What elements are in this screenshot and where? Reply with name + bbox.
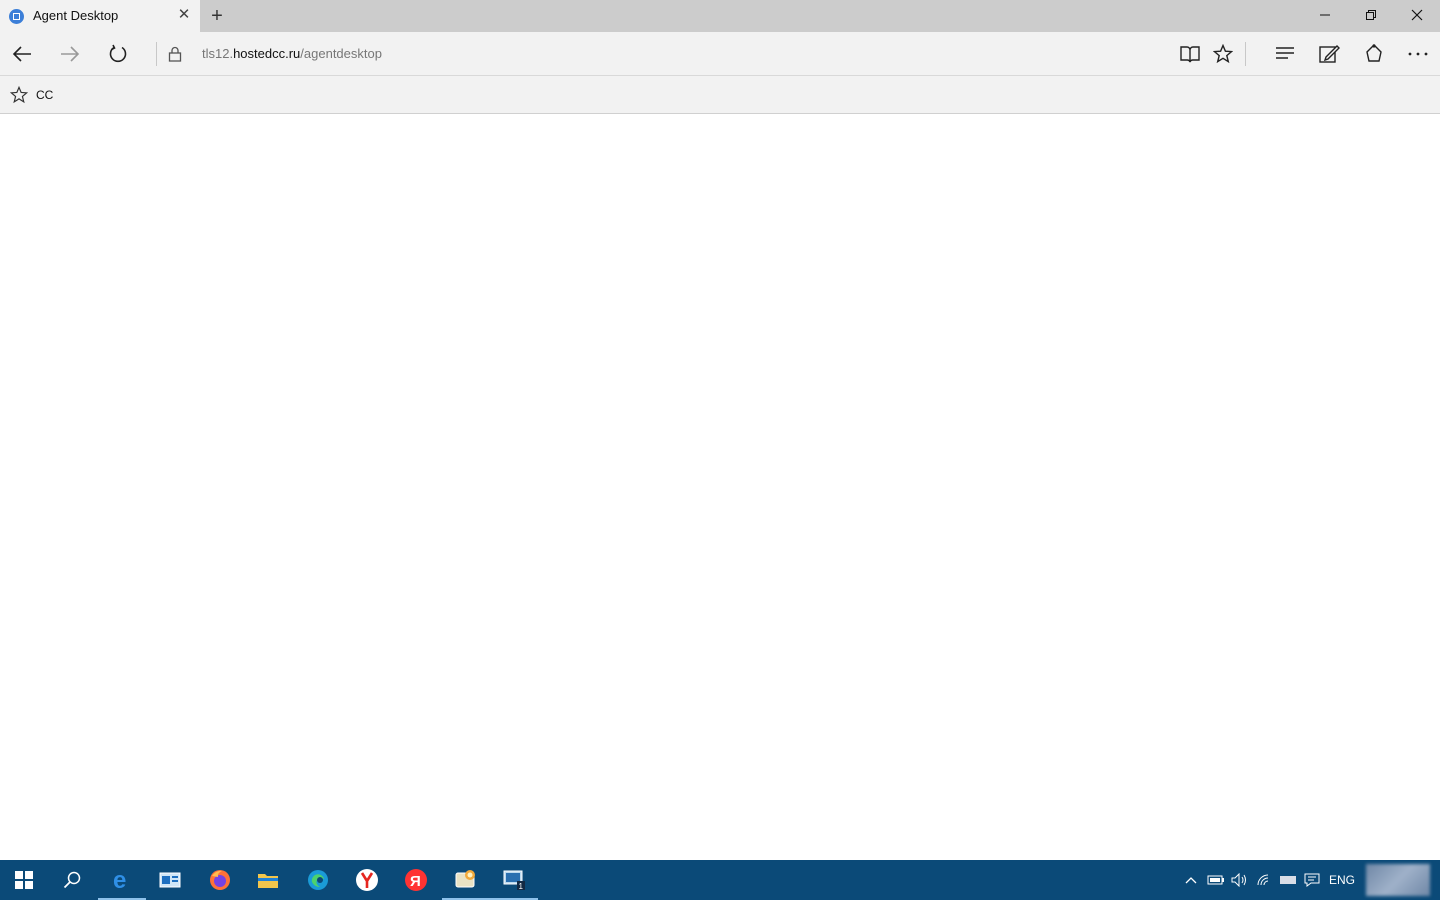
favorites-bar: CC: [0, 76, 1440, 114]
tab-title: Agent Desktop: [33, 8, 119, 23]
app-icon: [455, 870, 475, 888]
outlook-taskbar-button[interactable]: [146, 860, 194, 900]
network-icon[interactable]: [1254, 860, 1276, 900]
clock-area[interactable]: [1366, 864, 1430, 896]
yandex-taskbar-button[interactable]: Я: [392, 860, 440, 900]
svg-text:Я: Я: [410, 873, 421, 890]
language-indicator[interactable]: ENG: [1326, 860, 1358, 900]
action-center-icon[interactable]: [1301, 860, 1323, 900]
more-button[interactable]: [1398, 32, 1438, 76]
address-host: hostedcc.ru: [233, 46, 301, 61]
favorite-link-cc[interactable]: CC: [36, 88, 53, 102]
windows-logo-icon: [15, 871, 33, 889]
file-explorer-taskbar-button[interactable]: [244, 860, 292, 900]
volume-icon[interactable]: [1229, 860, 1251, 900]
book-icon: [1180, 46, 1200, 63]
ellipsis-icon: [1408, 52, 1428, 56]
address-bar[interactable]: tls12.hostedcc.ru/agentdesktop: [202, 46, 382, 61]
divider: [1245, 42, 1246, 66]
remote-desktop-taskbar-button[interactable]: 1: [490, 860, 538, 900]
remote-desktop-icon: 1: [503, 870, 525, 891]
close-tab-icon[interactable]: ✕: [176, 6, 192, 24]
yandex-browser-taskbar-button[interactable]: [343, 860, 391, 900]
show-hidden-icons-button[interactable]: [1180, 860, 1202, 900]
edge-icon: [308, 870, 328, 890]
battery-icon[interactable]: [1205, 860, 1227, 900]
start-button[interactable]: [0, 860, 48, 900]
firefox-taskbar-button[interactable]: [196, 860, 244, 900]
keyboard-icon[interactable]: [1277, 860, 1299, 900]
folder-icon: [258, 874, 278, 888]
title-bar: Agent Desktop ✕ +: [0, 0, 1440, 32]
search-button[interactable]: [48, 860, 96, 900]
outlook-icon: [159, 872, 181, 888]
web-note-button[interactable]: [1309, 32, 1349, 76]
navigation-bar: tls12.hostedcc.ru/agentdesktop: [0, 32, 1440, 76]
favorite-star-button[interactable]: [1203, 32, 1243, 76]
page-content[interactable]: [0, 114, 1440, 860]
yandex-icon: Я: [405, 869, 427, 891]
refresh-icon: [109, 44, 127, 63]
share-icon: [1366, 44, 1382, 62]
star-icon: [1213, 44, 1233, 64]
pen-note-icon: [1319, 45, 1340, 63]
app-taskbar-button[interactable]: [442, 860, 490, 900]
address-path: /agentdesktop: [300, 46, 382, 61]
hub-lines-icon: [1276, 47, 1294, 59]
chevron-up-icon: [1185, 877, 1197, 884]
edge-legacy-icon: e: [113, 867, 126, 891]
firefox-icon: [210, 870, 230, 890]
svg-text:e: e: [113, 867, 126, 891]
forward-arrow-icon: [61, 46, 80, 62]
minimize-button[interactable]: [1302, 0, 1348, 32]
edge-legacy-taskbar-button[interactable]: e: [98, 860, 146, 900]
close-window-button[interactable]: [1394, 0, 1440, 32]
back-arrow-icon: [12, 46, 31, 62]
forward-button[interactable]: [50, 32, 90, 76]
taskbar: e Я 1 ENG: [0, 860, 1440, 900]
hub-button[interactable]: [1265, 32, 1305, 76]
address-prefix: tls12.: [202, 46, 234, 61]
share-button[interactable]: [1354, 32, 1394, 76]
refresh-button[interactable]: [98, 32, 138, 76]
svg-text:1: 1: [519, 882, 524, 891]
tab-agent-desktop[interactable]: Agent Desktop ✕: [0, 0, 200, 32]
search-icon: [63, 871, 81, 889]
restore-button[interactable]: [1348, 0, 1394, 32]
lock-icon[interactable]: [155, 32, 195, 76]
yandex-browser-icon: [356, 869, 378, 891]
back-button[interactable]: [2, 32, 42, 76]
new-tab-button[interactable]: +: [205, 4, 229, 28]
favorite-star-icon: [9, 85, 29, 109]
edge-taskbar-button[interactable]: [294, 860, 342, 900]
globe-icon: [9, 9, 24, 24]
